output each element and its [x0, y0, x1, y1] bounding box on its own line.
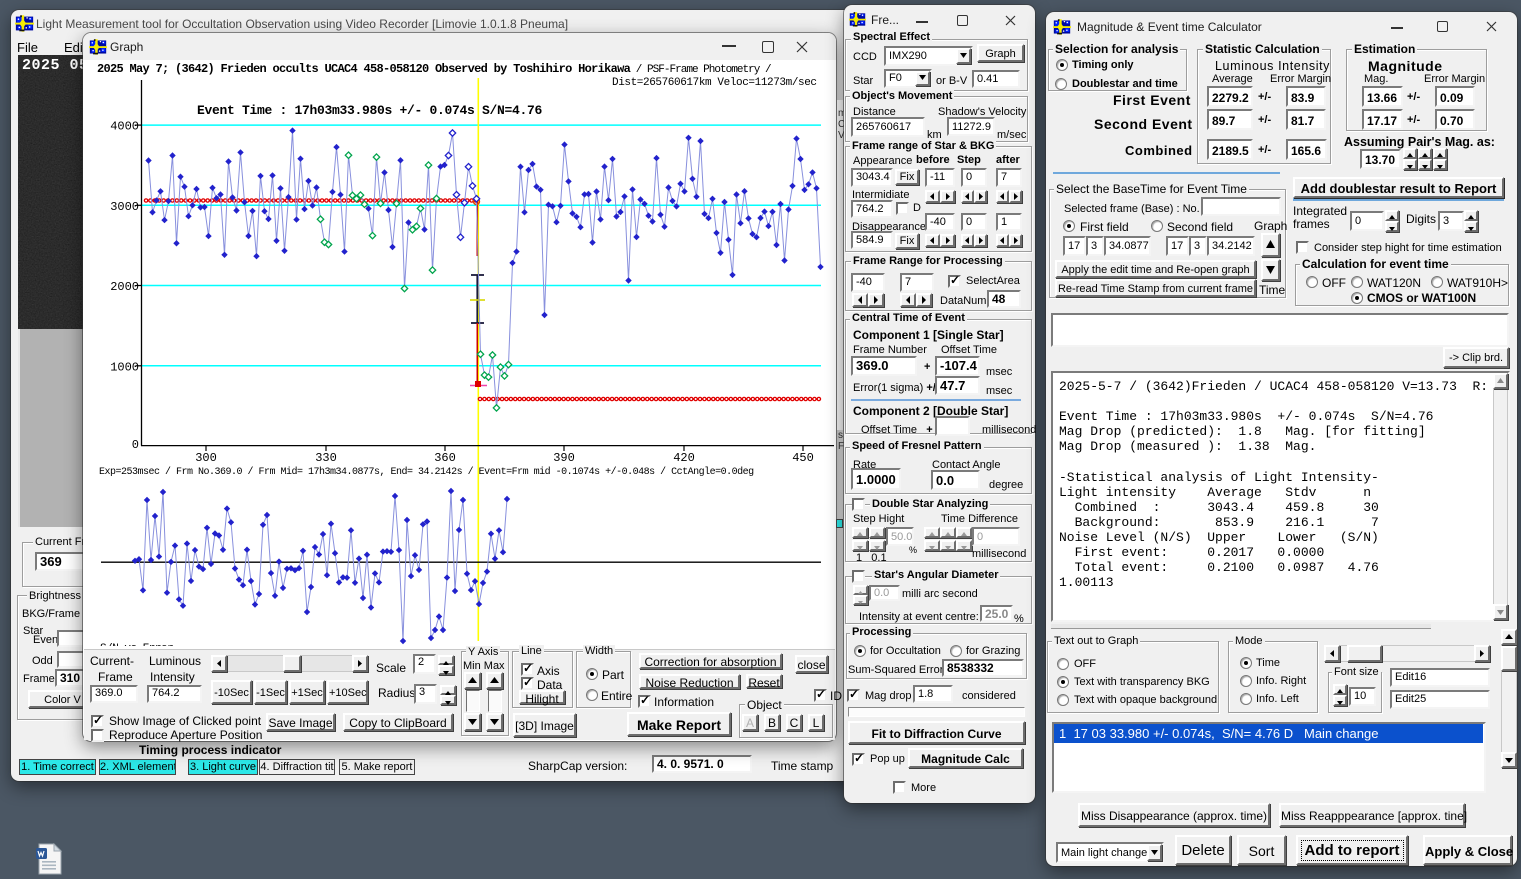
- svg-text:450: 450: [792, 451, 814, 465]
- svg-text:420: 420: [673, 451, 695, 465]
- svg-text:4000: 4000: [110, 120, 139, 134]
- svg-text:300: 300: [195, 451, 217, 465]
- svg-text:1000: 1000: [110, 360, 139, 374]
- svg-text:S/N vs Error: S/N vs Error: [100, 643, 173, 646]
- svg-text:330: 330: [315, 451, 337, 465]
- svg-text:360: 360: [434, 451, 456, 465]
- svg-text:2000: 2000: [110, 280, 139, 294]
- svg-text:3000: 3000: [110, 200, 139, 214]
- svg-text:390: 390: [553, 451, 575, 465]
- svg-text:0: 0: [132, 438, 139, 452]
